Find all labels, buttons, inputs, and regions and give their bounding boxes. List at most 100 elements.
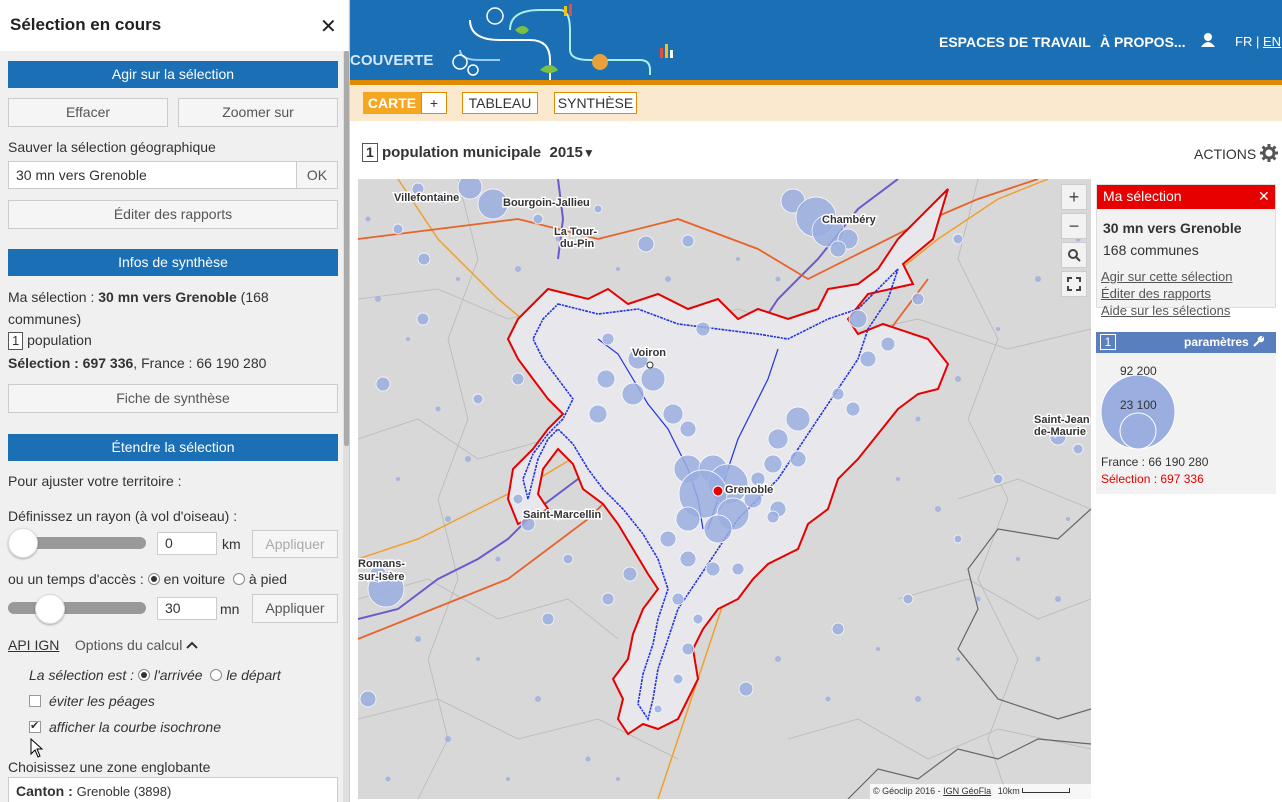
zone-value: Grenoble (3898): [76, 784, 172, 799]
selection-panel: Sélection en cours ✕ Agir sur la sélecti…: [0, 0, 350, 802]
selection-is-label: La sélection est :: [29, 667, 135, 683]
isochrone-checkbox[interactable]: [29, 719, 41, 733]
time-unit: mn: [220, 601, 240, 617]
indicator-year[interactable]: 2015: [549, 144, 582, 161]
foot-radio[interactable]: [232, 573, 245, 585]
city-la-tour-2: du-Pin: [560, 238, 594, 250]
right-column: Ma sélection ✕ 30 mn vers Grenoble 168 c…: [1091, 179, 1282, 802]
attribution-link[interactable]: IGN GéoFla: [943, 786, 991, 796]
summary-indicator: 1 population: [8, 332, 92, 350]
city-chambery: Chambéry: [822, 214, 877, 226]
tab-synthesis[interactable]: SYNTHÈSE: [554, 92, 637, 114]
radius-unit: km: [222, 536, 241, 552]
gear-icon[interactable]: [1260, 144, 1279, 165]
top-header: COUVERTE ESPACES DE TRAVAIL À PROPOS... …: [350, 0, 1282, 80]
panel-scrollbar-thumb[interactable]: [344, 51, 349, 446]
act-section-header: Agir sur la sélection: [8, 61, 338, 88]
time-slider[interactable]: [8, 602, 146, 614]
nav-about[interactable]: À PROPOS...: [1100, 34, 1186, 50]
tolls-row: éviter les péages: [29, 693, 155, 709]
lang-separator: |: [1255, 34, 1260, 49]
time-apply-button[interactable]: Appliquer: [252, 594, 338, 623]
act-on-selection-link[interactable]: Agir sur cette sélection: [1101, 269, 1233, 284]
city-villefontaine: Villefontaine: [394, 192, 459, 204]
summary-sheet-button[interactable]: Fiche de synthèse: [8, 384, 338, 413]
radius-input[interactable]: 0: [157, 532, 217, 555]
legend-selection-value: Sélection : 697 336: [1101, 472, 1204, 486]
summary-indicator-label: population: [27, 332, 92, 348]
options-row: API IGN Options du calcul: [8, 636, 198, 653]
save-selection-input[interactable]: 30 mn vers Grenoble: [8, 161, 297, 189]
zone-select[interactable]: Canton : Grenoble (3898): [8, 777, 338, 802]
indicator-number: 1: [362, 143, 378, 162]
isochrone-row: afficher la courbe isochrone: [29, 719, 221, 735]
map-view[interactable]: Villefontaine Bourgoin-Jallieu La Tour- …: [358, 179, 1091, 799]
car-radio[interactable]: [147, 573, 160, 585]
edit-reports-button[interactable]: Éditer des rapports: [8, 200, 338, 229]
edit-reports-link[interactable]: Éditer des rapports: [1101, 286, 1211, 301]
indicator-label: population municipale: [381, 144, 542, 161]
save-ok-button[interactable]: OK: [296, 161, 338, 189]
legend-small-value: 23 100: [1120, 398, 1157, 412]
time-slider-handle[interactable]: [35, 594, 65, 624]
scale-label: 10km: [997, 786, 1020, 796]
isochrone-label: afficher la courbe isochrone: [49, 719, 221, 735]
actions-menu[interactable]: ACTIONS: [1194, 144, 1279, 165]
parameters-button[interactable]: paramètres: [1184, 335, 1265, 351]
tab-map[interactable]: CARTE: [363, 92, 421, 114]
lang-fr[interactable]: FR: [1235, 34, 1252, 49]
selection-box: Ma sélection ✕ 30 mn vers Grenoble 168 c…: [1096, 184, 1276, 318]
legend-box: 1 paramètres 92 200 23 100 France : 66 1…: [1096, 332, 1276, 494]
summary-values: Sélection : 697 336, France : 66 190 280: [8, 355, 266, 371]
time-input[interactable]: 30: [157, 597, 217, 620]
nav-workspaces[interactable]: ESPACES DE TRAVAIL: [939, 34, 1091, 50]
scale-bar: [1022, 788, 1071, 793]
tab-table[interactable]: TABLEAU: [462, 92, 538, 114]
search-icon[interactable]: [1061, 242, 1087, 268]
selection-box-header: Ma sélection ✕: [1097, 185, 1275, 209]
selection-help-link[interactable]: Aide sur les sélections: [1101, 303, 1230, 318]
departure-label: le départ: [226, 667, 281, 683]
attribution-text: © Géoclip 2016 -: [873, 786, 944, 796]
close-icon[interactable]: ✕: [1258, 188, 1270, 205]
selection-box-name: 30 mn vers Grenoble: [1103, 220, 1242, 236]
lang-en[interactable]: EN: [1263, 34, 1281, 49]
brand-text: COUVERTE: [350, 52, 434, 69]
legend-france-value: France : 66 190 280: [1101, 455, 1209, 469]
tab-add[interactable]: +: [421, 92, 447, 114]
options-toggle[interactable]: Options du calcul: [75, 637, 182, 653]
map-canvas[interactable]: Villefontaine Bourgoin-Jallieu La Tour- …: [358, 179, 1091, 799]
user-icon[interactable]: [1201, 32, 1215, 51]
radius-slider-handle[interactable]: [8, 528, 38, 558]
avoid-tolls-checkbox[interactable]: [29, 695, 41, 707]
city-romans-1: Romans-: [358, 558, 405, 570]
chevron-up-icon[interactable]: [186, 636, 198, 652]
selection-box-count: 168 communes: [1103, 242, 1199, 258]
api-ign-link[interactable]: API IGN: [8, 637, 59, 653]
zoom-out-button[interactable]: −: [1061, 213, 1087, 239]
radius-apply-button[interactable]: Appliquer: [252, 530, 338, 558]
clear-button[interactable]: Effacer: [8, 98, 168, 127]
selection-is-row: La sélection est : l'arrivée le départ: [29, 667, 281, 683]
departure-radio[interactable]: [210, 669, 223, 681]
summary-section-header: Infos de synthèse: [8, 249, 338, 276]
arrival-radio[interactable]: [137, 669, 150, 681]
indicator-title[interactable]: 1 population municipale 2015▼: [362, 143, 595, 162]
brand-illustration: [452, 4, 673, 80]
city-saint-marcellin: Saint-Marcellin: [523, 509, 602, 521]
panel-header: Sélection en cours ✕: [0, 0, 348, 51]
summary-france-value: , France : 66 190 280: [133, 355, 267, 371]
access-time-label: ou un temps d'accès :: [8, 571, 144, 587]
chevron-down-icon[interactable]: ▼: [583, 146, 595, 160]
summary-suffix: (168: [236, 289, 269, 305]
zoom-in-button[interactable]: +: [1061, 184, 1087, 210]
mouse-cursor-icon: [30, 737, 44, 761]
summary-prefix: Ma sélection :: [8, 289, 99, 305]
wrench-icon[interactable]: [1252, 335, 1265, 351]
city-bourgoin: Bourgoin-Jallieu: [503, 197, 590, 209]
legend-big-value: 92 200: [1120, 364, 1157, 378]
zoom-to-button[interactable]: Zoomer sur: [178, 98, 338, 127]
extend-section-header: Étendre la sélection: [8, 434, 338, 461]
fullscreen-icon[interactable]: [1061, 271, 1087, 297]
close-icon[interactable]: ✕: [320, 14, 337, 39]
